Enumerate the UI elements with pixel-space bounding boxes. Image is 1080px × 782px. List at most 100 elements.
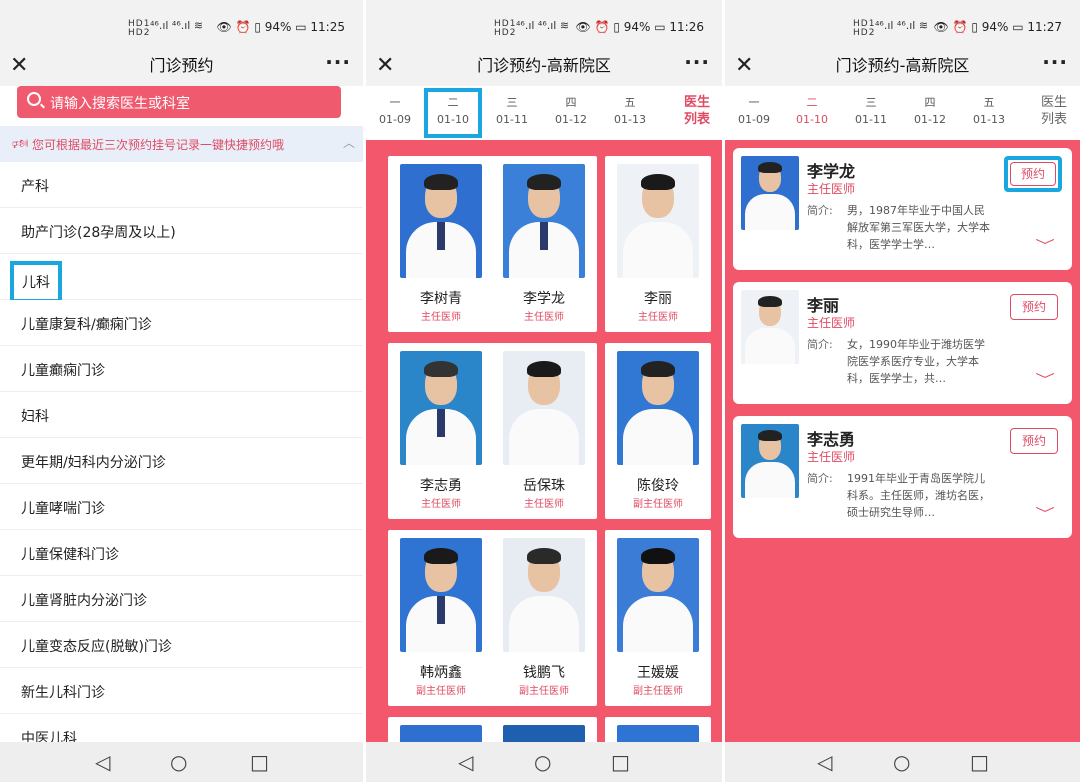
department-item[interactable]: 儿科 — [0, 254, 363, 303]
doctor-grid: 李树青 主任医师 李学龙 主任医师 李丽 主任医师 李志勇 主任医师 岳保珠 主任医师 陈俊玲 副主任… — [366, 140, 722, 747]
doctor-card[interactable]: 李树青 主任医师 — [388, 156, 494, 332]
date-tab[interactable]: 二 01-10 — [783, 94, 841, 128]
doctor-card[interactable]: 李丽 主任医师 — [605, 156, 711, 332]
weekday-label: 四 — [924, 96, 936, 109]
recents-icon[interactable]: □ — [250, 750, 269, 774]
home-icon[interactable]: ○ — [170, 750, 187, 774]
date-tab[interactable]: 五 01-13 — [960, 94, 1018, 128]
photo-coat — [623, 596, 693, 652]
quick-booking-notice[interactable]: 🕬 您可根据最近三次预约挂号记录一键快捷预约哦 ︿ — [0, 126, 363, 162]
recents-icon[interactable]: □ — [611, 750, 630, 774]
doctor-card[interactable]: 王媛媛 副主任医师 — [605, 530, 711, 706]
date-tab[interactable]: 四 01-12 — [901, 94, 959, 128]
photo-hair — [758, 162, 782, 173]
department-item[interactable]: 儿童肾脏内分泌门诊 — [0, 576, 363, 622]
department-item[interactable]: 儿童哮喘门诊 — [0, 484, 363, 530]
date-tab[interactable]: 一 01-09 — [366, 94, 424, 128]
doctor-row[interactable]: 李志勇 主任医师 简介: 1991年毕业于青岛医学院儿科系。主任医师，潍坊名医，硕士研… — [733, 416, 1072, 538]
status-bar: HD1 HD2 ⁴⁶.ıl ⁴⁶.ıl ≋ 👁 ⏰ ▯ 94% ▭ 11:26 — [366, 0, 722, 48]
weekday-label: 一 — [389, 96, 401, 109]
department-item[interactable]: 助产门诊(28孕周及以上) — [0, 208, 363, 254]
doctor-row[interactable]: 李丽 主任医师 简介: 女，1990年毕业于潍坊医学院医学系医疗专业，大学本科，医学学… — [733, 282, 1072, 404]
intro-label: 简介: — [807, 472, 833, 485]
chevron-down-icon[interactable]: ﹀ — [1035, 236, 1055, 256]
department-item[interactable]: 儿童康复科/癫痫门诊 — [0, 300, 363, 346]
recents-icon[interactable]: □ — [970, 750, 989, 774]
doctor-name: 李志勇 — [420, 478, 462, 494]
more-icon[interactable]: ··· — [325, 50, 351, 74]
doctor-card[interactable]: 岳保珠 主任医师 — [491, 343, 597, 519]
doctor-title: 副主任医师 — [519, 686, 569, 697]
doctor-photo — [503, 164, 585, 278]
photo-hair — [527, 361, 561, 377]
screenshot-collage: HD1 HD2 ⁴⁶.ıl ⁴⁶.ıl ≋ 👁 ⏰ ▯ 94% ▭ 11:25 ✕… — [0, 0, 1080, 782]
doctor-list-tab[interactable]: 医生 列表 — [1041, 94, 1067, 128]
doctor-title: 主任医师 — [638, 312, 678, 323]
chevron-down-icon[interactable]: ﹀ — [1035, 370, 1055, 390]
chevron-down-icon[interactable]: ﹀ — [1035, 504, 1055, 524]
department-item[interactable]: 产科 — [0, 162, 363, 208]
doctor-photo — [400, 164, 482, 278]
doctor-card[interactable]: 李志勇 主任医师 — [388, 343, 494, 519]
department-list-screen: HD1 HD2 ⁴⁶.ıl ⁴⁶.ıl ≋ 👁 ⏰ ▯ 94% ▭ 11:25 ✕… — [0, 0, 363, 782]
doctor-card[interactable]: 韩炳鑫 副主任医师 — [388, 530, 494, 706]
weekday-label: 五 — [983, 96, 995, 109]
more-icon[interactable]: ··· — [684, 50, 710, 74]
doctor-intro: 简介: 1991年毕业于青岛医学院儿科系。主任医师，潍坊名医，硕士研究生导师… — [807, 470, 993, 521]
doctor-grid-screen: HD1 HD2 ⁴⁶.ıl ⁴⁶.ıl ≋ 👁 ⏰ ▯ 94% ▭ 11:26 ✕… — [366, 0, 722, 782]
date-tab[interactable]: 五 01-13 — [601, 94, 659, 128]
back-icon[interactable]: ◁ — [817, 750, 832, 774]
signal-icon: ⁴⁶.ıl ⁴⁶.ıl ≋ — [150, 19, 204, 32]
date-tab[interactable]: 四 01-12 — [542, 94, 600, 128]
doctor-name: 李志勇 — [807, 430, 856, 449]
date-tab[interactable]: 三 01-11 — [842, 94, 900, 128]
page-title: 门诊预约 — [149, 56, 214, 75]
photo-hair — [527, 548, 561, 564]
photo-hair — [641, 548, 675, 564]
network-indicator: HD1 HD2 — [853, 19, 876, 38]
date-tab[interactable]: 二 01-10 — [424, 88, 482, 138]
doctor-card[interactable]: 陈俊玲 副主任医师 — [605, 343, 711, 519]
date-label: 01-11 — [855, 113, 887, 126]
doctor-name: 陈俊玲 — [637, 478, 679, 494]
department-item[interactable]: 更年期/妇科内分泌门诊 — [0, 438, 363, 484]
chevron-up-icon[interactable]: ︿ — [343, 134, 355, 151]
doctor-title: 主任医师 — [421, 499, 461, 510]
date-label: 01-09 — [738, 113, 770, 126]
date-label: 01-13 — [614, 113, 646, 126]
title-bar: ✕ 门诊预约-高新院区 ··· — [725, 48, 1080, 86]
doctor-card[interactable]: 李学龙 主任医师 — [491, 156, 597, 332]
date-selector: 一 01-09 二 01-10 三 01-11 四 01-12 五 01-13 医生 列表 — [725, 86, 1080, 140]
home-icon[interactable]: ○ — [893, 750, 910, 774]
doctor-title: 副主任医师 — [633, 499, 683, 510]
photo-coat — [623, 409, 693, 465]
book-button[interactable]: 预约 — [1004, 156, 1062, 192]
title-bar: ✕ 门诊预约 ··· — [0, 48, 363, 86]
department-item[interactable]: 儿童变态反应(脱敏)门诊 — [0, 622, 363, 668]
doctor-card[interactable]: 钱鹏飞 副主任医师 — [491, 530, 597, 706]
department-item[interactable]: 儿童癫痫门诊 — [0, 346, 363, 392]
department-item[interactable]: 儿童保健科门诊 — [0, 530, 363, 576]
list-tab-line2: 列表 — [684, 112, 711, 127]
department-label: 儿童保健科门诊 — [21, 547, 119, 563]
search-bar: 请输入搜索医生或科室 — [0, 86, 363, 126]
search-input[interactable]: 请输入搜索医生或科室 — [17, 86, 341, 118]
weekday-label: 一 — [748, 96, 760, 109]
more-icon[interactable]: ··· — [1042, 50, 1068, 74]
back-icon[interactable]: ◁ — [458, 750, 473, 774]
doctor-list-tab[interactable]: 医生 列表 — [684, 94, 710, 128]
doctor-name: 钱鹏飞 — [523, 665, 565, 681]
date-tab[interactable]: 一 01-09 — [725, 94, 783, 128]
doctor-name: 李丽 — [807, 296, 840, 315]
date-tab[interactable]: 三 01-11 — [483, 94, 541, 128]
list-tab-line1: 医生 — [684, 95, 711, 110]
doctor-row[interactable]: 李学龙 主任医师 简介: 男，1987年毕业于中国人民解放军第三军医大学，大学本科，医… — [733, 148, 1072, 270]
department-item[interactable]: 妇科 — [0, 392, 363, 438]
book-button[interactable]: 预约 — [1010, 428, 1058, 454]
home-icon[interactable]: ○ — [534, 750, 551, 774]
book-button[interactable]: 预约 — [1010, 294, 1058, 320]
doctor-photo — [400, 351, 482, 465]
back-icon[interactable]: ◁ — [95, 750, 110, 774]
list-tab-line1: 医生 — [1041, 95, 1068, 110]
department-item[interactable]: 新生儿科门诊 — [0, 668, 363, 714]
